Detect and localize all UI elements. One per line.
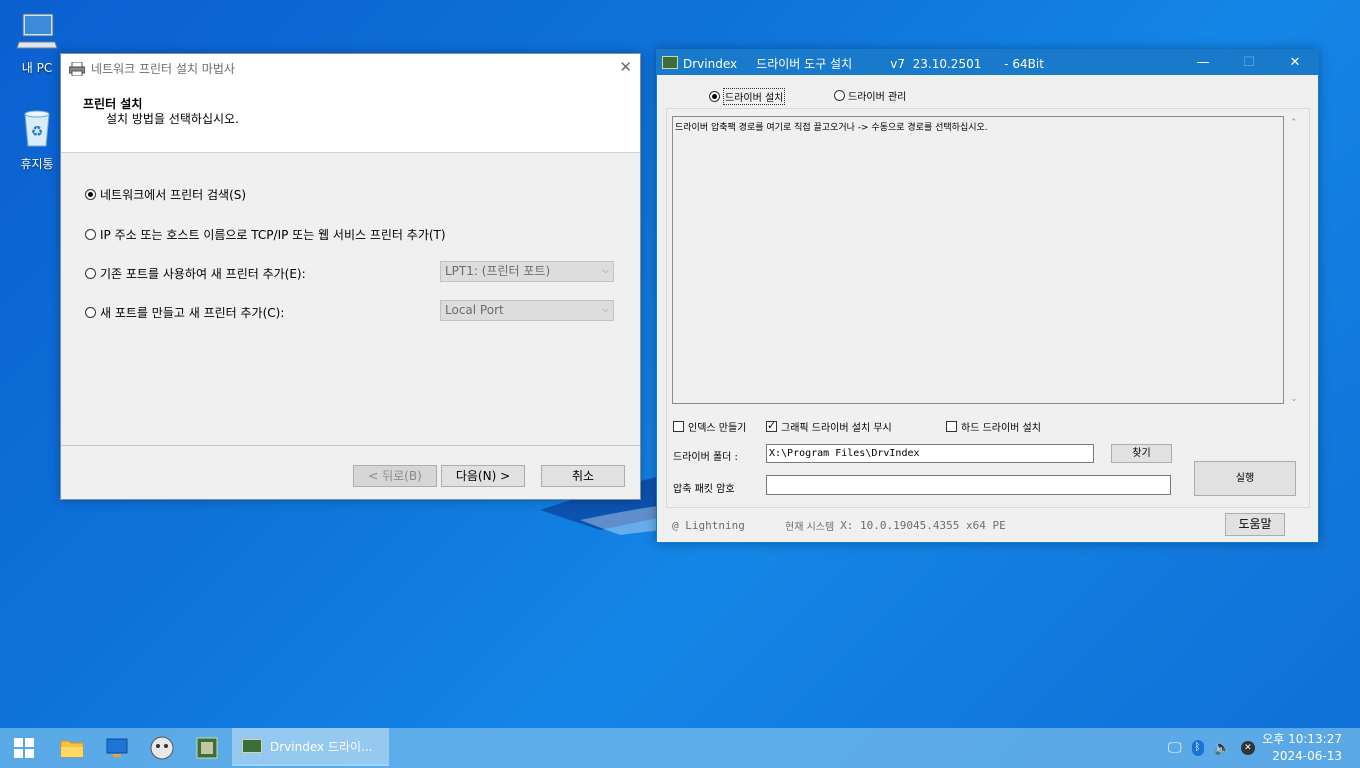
printer-wizard-window: 네트워크 프린터 설치 마법사 ✕ 프린터 설치 설치 방법을 선택하십시오. … [60, 53, 641, 500]
index-checkbox[interactable]: 인덱스 만들기 [673, 419, 746, 434]
chevron-up-icon[interactable]: ⌃ [1290, 118, 1298, 128]
existing-port-select[interactable]: LPT1: (프린터 포트) ⌵ [440, 261, 614, 282]
option-existing-port[interactable]: 기존 포트를 사용하여 새 프린터 추가(E): [85, 265, 306, 282]
footer-author: @ Lightning [672, 518, 745, 532]
drvindex-window: Drvindex 드라이버 도구 설치 v7 23.10.2501 - 64Bi… [656, 49, 1319, 543]
folder-icon [60, 740, 84, 758]
system-tray: 🖵 ᛒ 🔈 ✕ [1168, 728, 1255, 768]
option-label: 기존 포트를 사용하여 새 프린터 추가(E): [100, 267, 306, 281]
character-avatar-icon [150, 736, 174, 760]
option-new-port[interactable]: 새 포트를 만들고 새 프린터 추가(C): [85, 304, 284, 321]
mode-manage-radio[interactable]: 드라이버 관리 [834, 88, 906, 103]
time-prefix: 오후 [1262, 732, 1285, 746]
message-text: 드라이버 압축팩 경로를 여기로 직접 끌고오거나 -> 수동으로 경로를 선택… [675, 123, 988, 133]
radio-button[interactable] [834, 90, 845, 101]
folder-label: 드라이버 폴더 : [673, 452, 738, 463]
hard-label: 하드 드라이버 설치 [961, 423, 1041, 434]
divider [61, 445, 640, 446]
circuit-board-icon [662, 56, 678, 69]
taskbar: Drvindex 드라이... 🖵 ᛒ 🔈 ✕ 오후 10:13:27 2024… [0, 728, 1360, 768]
mode-manage-label: 드라이버 관리 [848, 92, 907, 103]
option-search-network[interactable]: 네트워크에서 프린터 검색(S) [85, 186, 246, 203]
clock-date: 2024-06-13 [1272, 749, 1342, 763]
browse-button[interactable]: 찾기 [1111, 444, 1172, 463]
wizard-title: 네트워크 프린터 설치 마법사 [69, 60, 235, 77]
radio-button[interactable] [85, 189, 96, 200]
chevron-down-icon[interactable]: ⌄ [1290, 394, 1298, 404]
mode-install-label: 드라이버 설치 [723, 88, 786, 105]
new-port-value: Local Port [445, 303, 504, 317]
system-value: X: 10.0.19045.4355 x64 PE [840, 519, 1006, 532]
network-icon[interactable]: 🖵 [1168, 740, 1182, 756]
volume-icon[interactable]: 🔈 [1214, 740, 1231, 756]
hard-checkbox[interactable]: 하드 드라이버 설치 [946, 419, 1041, 434]
run-button[interactable]: 실행 [1194, 461, 1296, 496]
help-button[interactable]: 도움말 [1225, 513, 1285, 536]
close-circle-icon[interactable]: ✕ [1240, 741, 1255, 755]
drvindex-taskbar-button[interactable] [185, 728, 229, 768]
wizard-subheading: 설치 방법을 선택하십시오. [106, 112, 239, 126]
checkbox[interactable] [766, 419, 777, 432]
checkbox[interactable] [946, 421, 957, 432]
clock[interactable]: 오후 10:13:27 2024-06-13 [1262, 731, 1342, 765]
start-button[interactable] [2, 728, 46, 768]
option-label: 새 포트를 만들고 새 프린터 추가(C): [100, 306, 285, 320]
close-icon[interactable]: ✕ [619, 58, 632, 76]
printer-icon [69, 61, 85, 76]
radio-button[interactable] [709, 91, 720, 102]
folder-input[interactable]: X:\Program Files\DrvIndex [766, 444, 1094, 463]
option-label: 네트워크에서 프린터 검색(S) [100, 188, 247, 202]
back-button[interactable]: < 뒤로(B) [353, 465, 437, 487]
active-task-drvindex[interactable]: Drvindex 드라이... [232, 728, 389, 766]
windows-icon [14, 738, 34, 758]
message-box[interactable]: 드라이버 압축팩 경로를 여기로 직접 끌고오거나 -> 수동으로 경로를 선택… [672, 116, 1284, 404]
wizard-title-text: 네트워크 프린터 설치 마법사 [91, 62, 235, 76]
password-label: 압축 패킷 암호 [673, 484, 735, 495]
drvindex-title: Drvindex 드라이버 도구 설치 v7 23.10.2501 - 64Bi… [683, 57, 1044, 71]
graphic-label: 그래픽 드라이버 설치 무시 [781, 423, 892, 434]
wizard-header: 네트워크 프린터 설치 마법사 ✕ 프린터 설치 설치 방법을 선택하십시오. [61, 54, 640, 153]
password-input[interactable] [766, 475, 1171, 495]
maximize-button: ☐ [1243, 55, 1255, 70]
index-label: 인덱스 만들기 [688, 423, 747, 434]
circuit-board-icon [242, 739, 262, 753]
option-label: IP 주소 또는 호스트 이름으로 TCP/IP 또는 웹 서비스 프린터 추가… [100, 228, 446, 242]
cancel-button[interactable]: 취소 [541, 465, 625, 487]
system-info: 현재 시스템 X: 10.0.19045.4355 x64 PE [785, 518, 1006, 533]
author-text: @ Lightning [672, 519, 745, 532]
chevron-down-icon: ⌵ [602, 266, 609, 276]
svg-text:♻: ♻ [31, 124, 44, 140]
monitor-icon [106, 738, 128, 757]
next-button[interactable]: 다음(N) > [441, 465, 525, 487]
radio-button[interactable] [85, 229, 96, 240]
existing-port-value: LPT1: (프린터 포트) [445, 264, 551, 278]
minimize-button[interactable]: — [1180, 50, 1226, 75]
chevron-down-icon: ⌵ [602, 305, 609, 315]
drvindex-titlebar: Drvindex 드라이버 도구 설치 v7 23.10.2501 - 64Bi… [657, 50, 1318, 75]
monitor-app-button[interactable] [95, 728, 139, 768]
graphic-checkbox[interactable]: 그래픽 드라이버 설치 무시 [766, 419, 892, 434]
app-avatar-button[interactable] [140, 728, 184, 768]
time-value: 10:13:27 [1288, 732, 1342, 746]
clock-time: 오후 10:13:27 [1262, 731, 1342, 748]
file-explorer-button[interactable] [50, 728, 94, 768]
system-label: 현재 시스템 [785, 522, 835, 533]
new-port-select[interactable]: Local Port ⌵ [440, 300, 614, 321]
recycle-bin-icon: ♻ [24, 110, 50, 147]
active-task-label: Drvindex 드라이... [270, 739, 373, 754]
computer-icon [16, 13, 58, 49]
mode-install-radio[interactable]: 드라이버 설치 [709, 88, 786, 105]
bluetooth-icon[interactable]: ᛒ [1191, 740, 1204, 756]
circuit-board-icon [196, 737, 218, 759]
checkbox[interactable] [673, 421, 684, 432]
scrollbar[interactable]: ⌃ ⌄ [1286, 116, 1302, 406]
radio-button[interactable] [85, 307, 96, 318]
radio-button[interactable] [85, 268, 96, 279]
close-button[interactable]: ✕ [1272, 50, 1318, 75]
option-tcpip[interactable]: IP 주소 또는 호스트 이름으로 TCP/IP 또는 웹 서비스 프린터 추가… [85, 226, 446, 243]
